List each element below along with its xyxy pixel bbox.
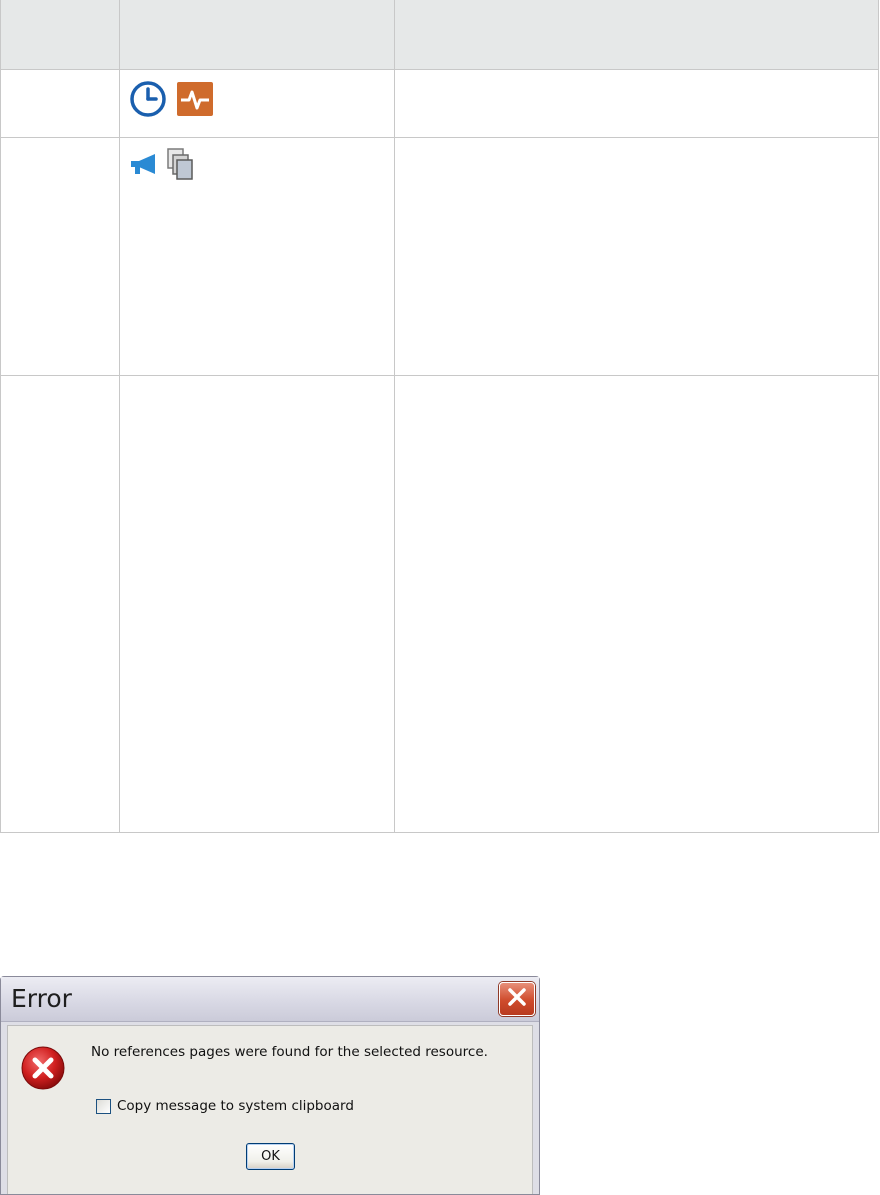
icon-cell [129,80,213,122]
error-dialog: Error No references pages were found for… [0,976,540,1195]
column-divider [394,0,395,833]
reference-table [0,0,879,833]
error-icon [19,1044,67,1096]
table-row [1,138,878,376]
table-header-row [1,0,878,70]
table-row [1,70,878,138]
copy-to-clipboard-checkbox[interactable] [96,1098,111,1114]
megaphone-icon [129,152,159,180]
column-divider [119,0,120,833]
dialog-titlebar[interactable]: Error [1,977,539,1022]
checkbox-label: Copy message to system clipboard [117,1098,354,1114]
dialog-body: No references pages were found for the s… [7,1025,533,1194]
copy-icon [167,148,193,184]
table-row [1,376,878,832]
dialog-title: Error [11,984,72,1013]
close-button[interactable] [499,982,535,1016]
ok-button[interactable]: OK [246,1143,295,1170]
copy-to-clipboard-checkbox-row[interactable]: Copy message to system clipboard [96,1098,354,1114]
pulse-icon [177,82,213,120]
close-icon [507,987,527,1011]
clock-icon [129,80,167,122]
icon-cell [129,148,193,184]
error-message: No references pages were found for the s… [91,1044,488,1060]
